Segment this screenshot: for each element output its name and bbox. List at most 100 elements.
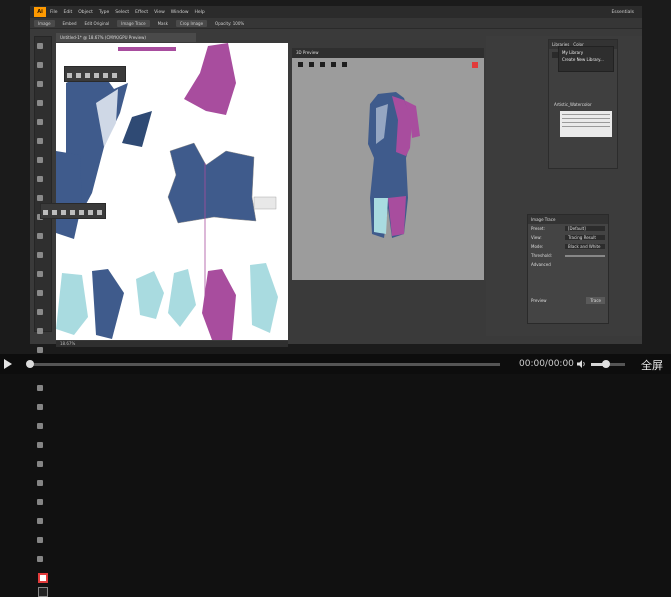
control-opacity[interactable]: Opacity: 100%	[215, 21, 244, 26]
type-path-icon[interactable]	[61, 210, 66, 215]
selection-tool-icon[interactable]	[37, 43, 43, 49]
stroke-swatch[interactable]	[38, 587, 48, 597]
leg-piece-aqua-4[interactable]	[250, 263, 278, 333]
progress-bar[interactable]	[26, 360, 500, 368]
pen-icon[interactable]	[67, 73, 72, 78]
mesh-tool-icon[interactable]	[37, 385, 43, 391]
workspace-switcher[interactable]: Essentials	[611, 10, 634, 15]
volume-icon[interactable]	[577, 360, 587, 368]
leg-piece-navy-1[interactable]	[92, 269, 124, 339]
leg-piece-magenta[interactable]	[202, 269, 236, 340]
threshold-slider[interactable]	[565, 254, 605, 257]
pencil-icon[interactable]	[94, 73, 99, 78]
pattern-strip-magenta[interactable]	[118, 47, 176, 51]
shape-builder-tool-icon[interactable]	[37, 347, 43, 353]
front-panel-navy-selected[interactable]	[167, 142, 257, 224]
rectangle-tool-icon[interactable]	[37, 195, 43, 201]
zoom-view-icon[interactable]	[320, 62, 325, 67]
progress-handle[interactable]	[26, 360, 34, 368]
pan-view-icon[interactable]	[309, 62, 314, 67]
side-panel-navy[interactable]	[56, 151, 82, 239]
menu-file[interactable]: File	[50, 10, 58, 15]
symbol-sprayer-tool-icon[interactable]	[37, 461, 43, 467]
control-crop-image[interactable]: Crop Image	[175, 19, 208, 27]
touch-type-icon[interactable]	[79, 210, 84, 215]
eraser-icon[interactable]	[103, 73, 108, 78]
menu-select[interactable]: Select	[115, 10, 129, 15]
zoom-level[interactable]: 18.67%	[60, 341, 75, 346]
volume-handle[interactable]	[602, 360, 611, 368]
leg-piece-aqua-3[interactable]	[168, 269, 196, 327]
sleeve-piece-magenta[interactable]	[184, 43, 236, 115]
gradient-tool-icon[interactable]	[37, 404, 43, 410]
free-transform-tool-icon[interactable]	[37, 328, 43, 334]
slice-tool-icon[interactable]	[37, 518, 43, 524]
light-icon[interactable]	[331, 62, 336, 67]
brush-stroke	[562, 118, 610, 119]
menu-edit[interactable]: Edit	[64, 10, 73, 15]
menu-effect[interactable]: Effect	[135, 10, 148, 15]
fullscreen-button[interactable]: 全屏	[641, 357, 663, 373]
type-tool-icon[interactable]	[37, 157, 43, 163]
control-image-trace[interactable]: Image Trace	[117, 19, 150, 27]
preset-select[interactable]: [Default]	[565, 226, 605, 231]
control-mask[interactable]: Mask	[158, 21, 168, 26]
menu-object[interactable]: Object	[78, 10, 93, 15]
menu-help[interactable]: Help	[195, 10, 205, 15]
rotate-view-icon[interactable]	[298, 62, 303, 67]
vertical-type-icon[interactable]	[70, 210, 75, 215]
volume-slider[interactable]	[591, 360, 625, 368]
mode-select[interactable]: Black and White	[565, 244, 605, 249]
advanced-row: Advanced	[528, 260, 608, 269]
lasso-tool-icon[interactable]	[37, 100, 43, 106]
preview-checkbox[interactable]: Preview	[531, 298, 547, 303]
advanced-toggle[interactable]: Advanced	[531, 262, 551, 267]
hand-tool-icon[interactable]	[37, 537, 43, 543]
scale-tool-icon[interactable]	[37, 290, 43, 296]
eyedropper-tool-icon[interactable]	[37, 423, 43, 429]
line-tool-icon[interactable]	[37, 176, 43, 182]
brush-icon[interactable]	[85, 73, 90, 78]
leg-piece-aqua-2[interactable]	[136, 271, 164, 319]
menu-view[interactable]: View	[154, 10, 165, 15]
grid-icon[interactable]	[97, 210, 102, 215]
scissors-icon[interactable]	[112, 73, 117, 78]
menu-type[interactable]: Type	[99, 10, 109, 15]
width-tool-icon[interactable]	[37, 309, 43, 315]
anchor-icon[interactable]	[76, 73, 81, 78]
curvature-tool-icon[interactable]	[37, 138, 43, 144]
type-area-icon[interactable]	[52, 210, 57, 215]
artboard-tool-icon[interactable]	[37, 499, 43, 505]
control-edit-original[interactable]: Edit Original	[85, 21, 110, 26]
rotate-tool-icon[interactable]	[37, 271, 43, 277]
view-select[interactable]: Tracing Result	[565, 235, 605, 240]
3d-viewer-canvas[interactable]	[292, 48, 484, 280]
camera-icon[interactable]	[342, 62, 347, 67]
type-icon[interactable]	[43, 210, 48, 215]
trace-button[interactable]: Trace	[586, 297, 605, 304]
blend-tool-icon[interactable]	[37, 442, 43, 448]
3d-viewer-titlebar[interactable]: 3D Preview	[292, 48, 484, 58]
play-icon[interactable]	[4, 359, 12, 369]
zoom-tool-icon[interactable]	[37, 556, 43, 562]
menu-window[interactable]: Window	[171, 10, 189, 15]
fill-swatch[interactable]	[38, 573, 48, 583]
close-viewer-icon[interactable]	[472, 62, 478, 68]
pen-tool-icon[interactable]	[37, 119, 43, 125]
leg-piece-aqua-1[interactable]	[56, 273, 88, 335]
threshold-label: Threshold:	[531, 253, 553, 258]
align-icon[interactable]	[88, 210, 93, 215]
direct-selection-tool-icon[interactable]	[37, 62, 43, 68]
magic-wand-tool-icon[interactable]	[37, 81, 43, 87]
artboard[interactable]	[56, 43, 288, 340]
pencil-tool-icon[interactable]	[37, 233, 43, 239]
graph-tool-icon[interactable]	[37, 480, 43, 486]
menu-item-create-library[interactable]: Create New Library...	[562, 56, 610, 63]
brush-preview[interactable]	[560, 111, 612, 137]
document-tab[interactable]: Untitled-1* @ 18.67% (CMYK/GPU Preview)	[56, 33, 196, 42]
cuff-piece-navy[interactable]	[122, 111, 152, 147]
eraser-tool-icon[interactable]	[37, 252, 43, 258]
menu-item-my-library[interactable]: My Library	[562, 49, 610, 56]
control-image[interactable]: Image	[34, 19, 55, 27]
control-embed[interactable]: Embed	[63, 21, 77, 26]
